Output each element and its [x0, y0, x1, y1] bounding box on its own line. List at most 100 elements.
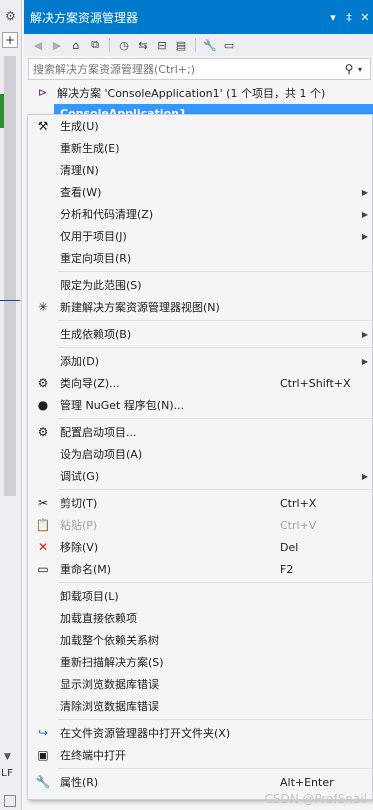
menu-item[interactable]: 调试(G) ▶	[28, 465, 372, 487]
menu-item-shortcut: F2	[280, 562, 294, 576]
submenu-arrow-icon: ▶	[361, 209, 369, 219]
menu-item[interactable]: 添加(D) ▶	[28, 350, 372, 372]
menu-icon-slot	[28, 181, 58, 203]
menu-item-label: 查看(W)	[60, 186, 102, 199]
menu-item-label: 剪切(T)	[60, 497, 98, 510]
back-icon[interactable]: ◀	[30, 37, 46, 53]
solution-icon: ⊳	[38, 86, 48, 99]
gear-icon[interactable]: ⚙	[5, 9, 16, 23]
menu-item-label: 清除浏览数据库错误	[60, 700, 159, 713]
menu-item-label: 加载直接依赖项	[60, 612, 137, 625]
menu-icon-slot	[28, 350, 58, 372]
menu-item-label: 在终端中打开	[60, 749, 126, 762]
search-icon[interactable]: ⚲	[340, 62, 358, 76]
menu-item-label: 重新扫描解决方案(S)	[60, 656, 164, 669]
toolbar-separator	[195, 38, 196, 52]
menu-item[interactable]: 重定向项目(R)	[28, 247, 372, 269]
menu-item-shortcut: Alt+Enter	[280, 775, 334, 789]
show-all-files-icon[interactable]: ▤	[173, 37, 189, 53]
preview-icon[interactable]: ▭	[221, 37, 237, 53]
menu-item[interactable]: 加载整个依赖关系树	[28, 629, 372, 651]
menu-item-label: 设为启动项目(A)	[60, 448, 143, 461]
chevron-down-icon[interactable]: ▾	[358, 65, 370, 74]
menu-item[interactable]: ● 管理 NuGet 程序包(N)...	[28, 394, 372, 416]
split-editor-icon[interactable]: +	[2, 32, 18, 48]
menu-item-label: 生成依赖项(B)	[60, 328, 132, 341]
menu-item[interactable]: 限定为此范围(S)	[28, 274, 372, 296]
menu-item[interactable]: 📋 粘贴(P) Ctrl+V	[28, 514, 372, 536]
menu-item-label: 重命名(M)	[60, 563, 112, 576]
pin-icon[interactable]: ‡	[341, 11, 357, 24]
menu-item[interactable]: 分析和代码清理(Z) ▶	[28, 203, 372, 225]
menu-item[interactable]: 卸载项目(L)	[28, 585, 372, 607]
menu-item[interactable]: ⚙ 类向导(Z)... Ctrl+Shift+X	[28, 372, 372, 394]
menu-item-label: 生成(U)	[60, 120, 99, 133]
panel-title: 解决方案资源管理器	[30, 10, 139, 25]
close-icon[interactable]: ✕	[357, 11, 373, 24]
menu-icon-slot	[28, 465, 58, 487]
menu-icon-slot	[28, 629, 58, 651]
menu-item[interactable]: 生成依赖项(B) ▶	[28, 323, 372, 345]
menu-item[interactable]: ▣ 在终端中打开	[28, 744, 372, 766]
menu-item-label: 重定向项目(R)	[60, 252, 132, 265]
menu-item[interactable]: 清除浏览数据库错误	[28, 695, 372, 717]
context-menu: ⚒ 生成(U) 重新生成(E) 清理(N) 查看(W) ▶ 分析和代码清理(Z) ▶ 仅用于项目…	[27, 114, 373, 800]
menu-item-label: 新建解决方案资源管理器视图(N)	[60, 301, 220, 314]
switch-views-icon[interactable]: ⧉	[87, 37, 103, 53]
sync-icon[interactable]: ⇆	[135, 37, 151, 53]
panel-toolbar: ◀ ▶ ⌂ ⧉ ◷ ⇆ ⊟ ▤ 🔧 ▭	[24, 34, 373, 56]
menu-item-label: 卸载项目(L)	[60, 590, 119, 603]
menu-icon-slot	[28, 137, 58, 159]
menu-item[interactable]: ▭ 重命名(M) F2	[28, 558, 372, 580]
properties-icon[interactable]: 🔧	[202, 37, 218, 53]
menu-icon-slot	[28, 607, 58, 629]
menu-item-label: 仅用于项目(J)	[60, 230, 127, 243]
tree-solution-node[interactable]: ⊳ 解决方案 'ConsoleApplication1' (1 个项目，共 1 …	[38, 83, 325, 103]
menu-item[interactable]: 🔧 属性(R) Alt+Enter	[28, 771, 372, 793]
menu-item-label: 清理(N)	[60, 164, 99, 177]
menu-item[interactable]: 重新生成(E)	[28, 137, 372, 159]
window-menu-icon[interactable]: ▾	[325, 11, 341, 24]
cut-icon: ✂	[37, 496, 49, 510]
search-box[interactable]: ⚲ ▾	[28, 58, 371, 80]
submenu-arrow-icon: ▶	[361, 329, 369, 339]
menu-icon-slot	[28, 159, 58, 181]
editor-scrollbar[interactable]	[4, 56, 16, 496]
collapse-all-icon[interactable]: ⊟	[154, 37, 170, 53]
scroll-down-icon[interactable]: ▼	[4, 752, 11, 762]
submenu-arrow-icon: ▶	[361, 187, 369, 197]
pending-changes-icon[interactable]: ◷	[116, 37, 132, 53]
menu-separator	[58, 271, 372, 272]
menu-item-label: 配置启动项目...	[60, 426, 137, 439]
menu-item[interactable]: 显示浏览数据库错误	[28, 673, 372, 695]
menu-item[interactable]: 查看(W) ▶	[28, 181, 372, 203]
menu-item[interactable]: 重新扫描解决方案(S)	[28, 651, 372, 673]
menu-item-label: 管理 NuGet 程序包(N)...	[60, 399, 185, 412]
menu-separator	[58, 320, 372, 321]
menu-separator	[58, 347, 372, 348]
menu-item[interactable]: ✂ 剪切(T) Ctrl+X	[28, 492, 372, 514]
menu-item[interactable]: ⚒ 生成(U)	[28, 115, 372, 137]
watermark-text: CSDN @ProfSnail	[264, 792, 367, 806]
menu-separator	[58, 719, 372, 720]
home-icon[interactable]: ⌂	[68, 37, 84, 53]
wrench-icon: 🔧	[35, 775, 51, 789]
class-wizard-icon: ⚙	[37, 376, 49, 390]
menu-item[interactable]: 清理(N)	[28, 159, 372, 181]
terminal-icon: ▣	[37, 748, 49, 762]
line-ending-label[interactable]: LF	[1, 768, 13, 779]
menu-item[interactable]: ✕ 移除(V) Del	[28, 536, 372, 558]
menu-icon-slot	[28, 651, 58, 673]
menu-separator	[58, 582, 372, 583]
change-marker	[0, 94, 4, 128]
submenu-arrow-icon: ▶	[361, 231, 369, 241]
menu-item[interactable]: 设为启动项目(A)	[28, 443, 372, 465]
menu-item[interactable]: ✳ 新建解决方案资源管理器视图(N)	[28, 296, 372, 318]
menu-item[interactable]: ↪ 在文件资源管理器中打开文件夹(X)	[28, 722, 372, 744]
menu-item[interactable]: 加载直接依赖项	[28, 607, 372, 629]
new-view-icon: ✳	[37, 300, 49, 314]
search-input[interactable]	[33, 62, 340, 76]
menu-item[interactable]: 仅用于项目(J) ▶	[28, 225, 372, 247]
forward-icon[interactable]: ▶	[49, 37, 65, 53]
menu-item[interactable]: ⚙ 配置启动项目...	[28, 421, 372, 443]
